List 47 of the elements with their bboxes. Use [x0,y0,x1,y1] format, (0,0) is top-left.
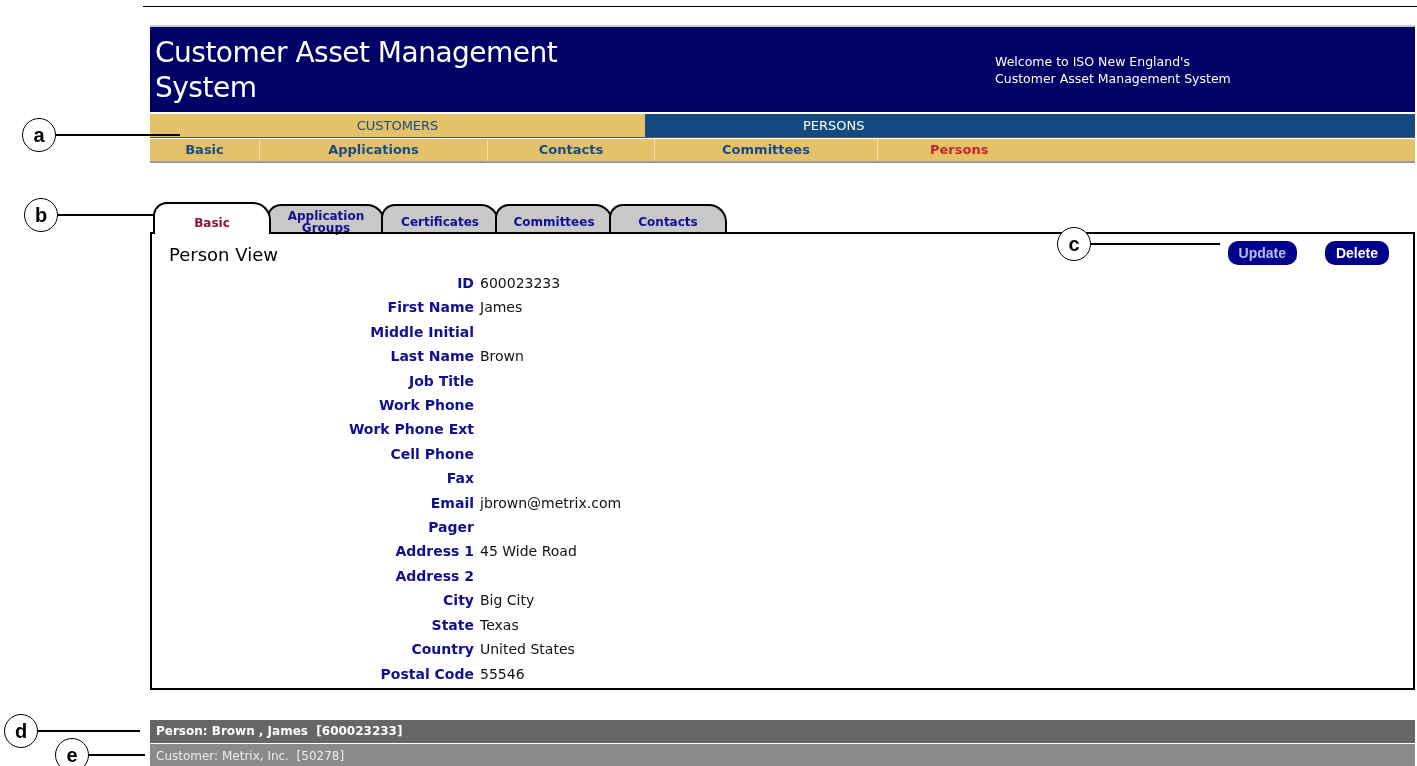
field-value: James [480,298,524,318]
field-label: First Name [386,298,474,318]
field-label: Job Title [407,371,474,391]
field-label: Fax [445,469,474,489]
delete-button[interactable]: Delete [1324,240,1389,265]
customer-bar: Customer: Metrix, Inc. [50278] [150,744,1415,766]
field-value: 45 Wide Road [480,542,578,562]
leader-line [89,754,145,756]
tab[interactable]: Basic [153,202,271,234]
field-label: Middle Initial [369,322,474,342]
field-label: State [430,615,474,635]
field-label: Cell Phone [389,444,474,464]
field-value: Big City [480,591,536,611]
field-label: Last Name [389,347,474,367]
update-button[interactable]: Update [1227,240,1297,265]
field-value: 55546 [480,664,526,684]
field-label: Email [429,493,474,513]
section-tab[interactable]: PERSONS [645,114,1415,138]
field-label: ID [456,274,474,293]
section-tab[interactable]: CUSTOMERS [150,114,645,138]
person-bar: Person: Brown , James [600023233] [150,720,1415,743]
welcome-text: Welcome to ISO New England's Customer Asset Management System [995,52,1232,87]
nav-link[interactable]: Contacts [488,139,655,161]
field-label: Address 2 [394,566,474,586]
field-value: United States [480,640,576,660]
field-label: Work Phone [378,396,474,416]
callout-marker: c [1057,227,1091,261]
field-label: City [442,591,474,611]
callout-marker: d [4,714,38,748]
field-value: 600023233 [480,274,562,293]
nav-link[interactable]: Applications [260,139,488,161]
panel-title: Person View [169,244,278,265]
field-label: Pager [427,518,474,538]
field-value: Texas [480,615,520,635]
callout-marker: b [24,198,58,232]
callout-marker: a [22,118,56,152]
nav-link[interactable]: Committees [655,139,878,161]
field-label: Work Phone Ext [347,420,474,440]
callout-marker: e [55,738,89,766]
nav-link[interactable]: Basic [150,139,260,161]
field-label: Address 1 [394,542,474,562]
field-value: jbrown@metrix.com [480,493,623,513]
tab[interactable]: Contacts [609,204,727,234]
field-label: Postal Code [379,664,474,684]
field-label: Country [410,640,474,660]
app-title: Customer Asset Management System [154,34,559,105]
field-value: Brown [480,347,525,367]
